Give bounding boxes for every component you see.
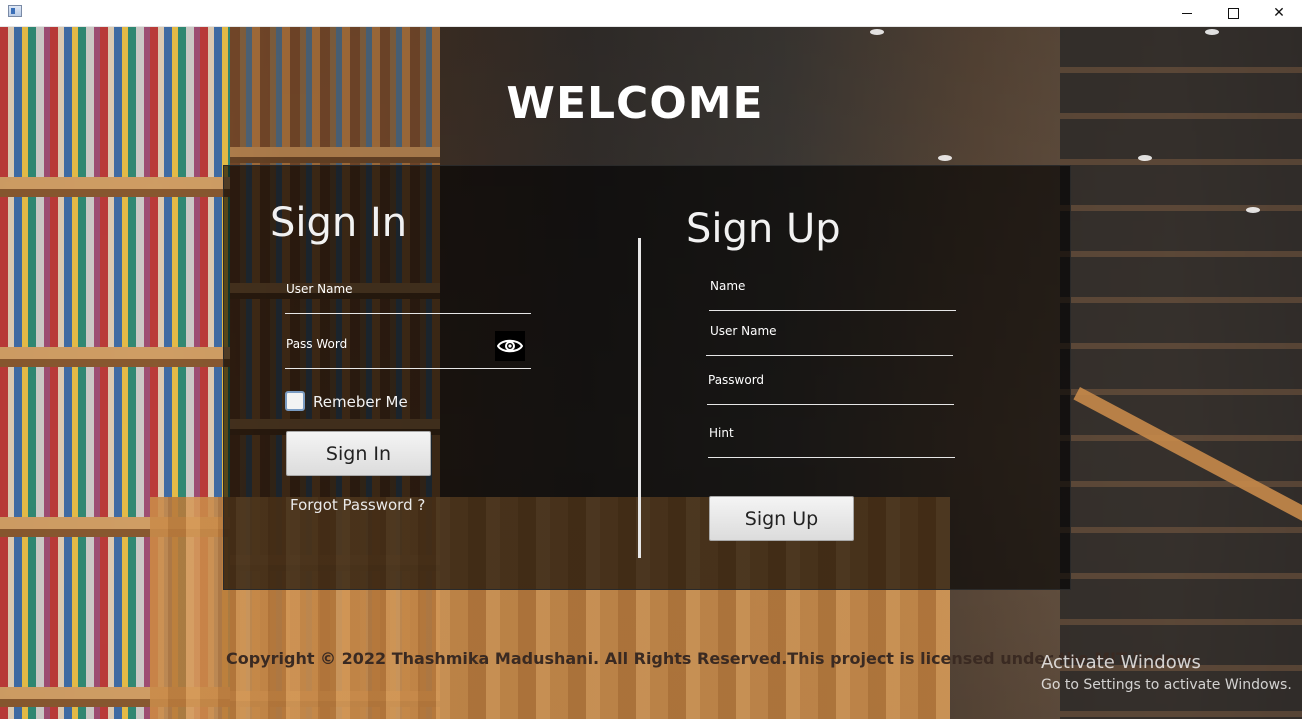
signup-password-underline	[707, 404, 954, 405]
signup-username-underline	[706, 355, 953, 356]
ceiling-light	[870, 29, 884, 35]
show-password-button[interactable]	[495, 331, 525, 361]
signin-username-underline	[285, 313, 531, 314]
ceiling-light	[1246, 207, 1260, 213]
sign-up-title: Sign Up	[686, 206, 841, 252]
ceiling-light	[938, 155, 952, 161]
signup-password-input[interactable]	[708, 387, 952, 403]
maximize-icon	[1227, 7, 1239, 19]
remember-me-checkbox[interactable]	[285, 391, 305, 411]
app-icon	[8, 5, 22, 17]
signup-username-input[interactable]	[707, 338, 951, 354]
minimize-icon	[1182, 12, 1192, 14]
minimize-button[interactable]	[1164, 0, 1210, 26]
signup-name-underline	[709, 310, 956, 311]
activate-windows-subtitle: Go to Settings to activate Windows.	[1041, 677, 1292, 693]
remember-me-label[interactable]: Remeber Me	[313, 393, 408, 411]
mezzanine-area	[1060, 27, 1302, 719]
signin-password-input[interactable]	[286, 351, 491, 367]
signup-hint-underline	[708, 457, 955, 458]
activate-windows-title: Activate Windows	[1041, 652, 1201, 673]
sign-up-button[interactable]: Sign Up	[709, 496, 854, 541]
signup-hint-label: Hint	[709, 426, 734, 440]
signup-hint-input[interactable]	[709, 440, 953, 456]
panel-divider	[638, 238, 641, 558]
signup-username-label: User Name	[710, 324, 777, 338]
signin-username-input[interactable]	[286, 296, 530, 312]
close-button[interactable]: ✕	[1256, 0, 1302, 26]
forgot-password-link[interactable]: Forgot Password ?	[290, 496, 425, 514]
signup-name-input[interactable]	[710, 293, 954, 309]
window-title-bar: ✕	[0, 0, 1302, 27]
ceiling-light	[1205, 29, 1219, 35]
sign-in-title: Sign In	[270, 200, 408, 246]
welcome-heading: WELCOME	[506, 78, 764, 129]
signup-password-label: Password	[708, 373, 765, 387]
signin-password-underline	[285, 368, 531, 369]
eye-icon	[497, 339, 523, 353]
signup-name-label: Name	[710, 279, 746, 293]
ceiling-light	[1138, 155, 1152, 161]
signin-username-label: User Name	[286, 282, 353, 296]
maximize-button[interactable]	[1210, 0, 1256, 26]
close-icon: ✕	[1273, 5, 1285, 21]
signin-password-label: Pass Word	[286, 337, 348, 351]
sign-in-button[interactable]: Sign In	[286, 431, 431, 476]
